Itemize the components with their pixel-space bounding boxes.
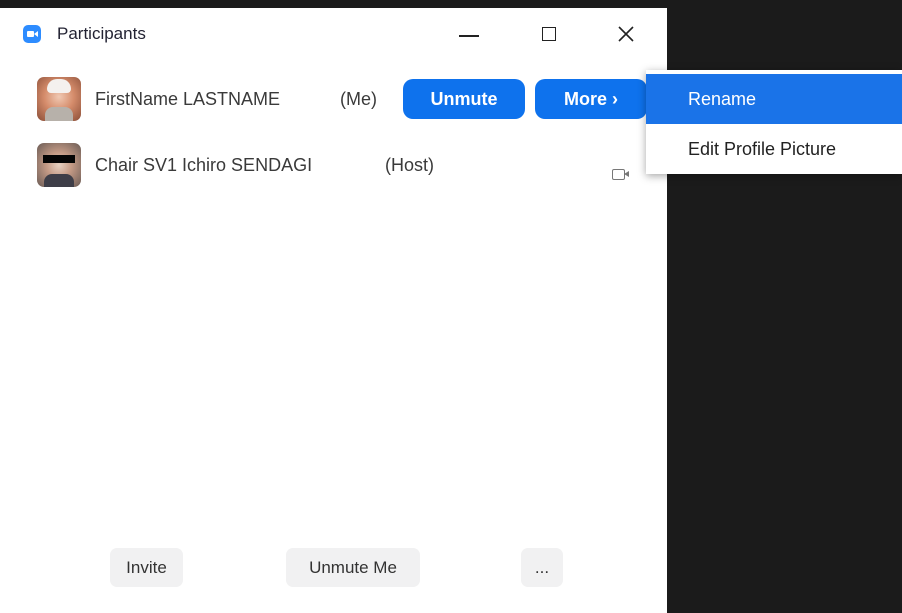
avatar	[37, 77, 81, 121]
titlebar: Participants	[0, 8, 667, 60]
top-dark-frame	[0, 0, 902, 8]
participant-row-me[interactable]: FirstName LASTNAME (Me) Unmute More ›	[0, 74, 667, 126]
avatar	[37, 143, 81, 187]
menu-item-rename[interactable]: Rename	[646, 74, 902, 124]
more-button[interactable]: More ›	[535, 79, 647, 119]
participant-name: FirstName LASTNAME	[95, 89, 281, 109]
minimize-icon	[459, 35, 479, 37]
more-options-button[interactable]: ...	[521, 548, 563, 587]
maximize-icon	[542, 27, 556, 41]
window-title: Participants	[57, 24, 146, 43]
participant-tag: (Host)	[385, 155, 434, 175]
zoom-app-icon	[23, 25, 41, 43]
participants-window: Participants FirstName LASTNAME (Me) Unm…	[0, 8, 667, 613]
close-button[interactable]	[603, 12, 649, 56]
participant-name: Chair SV1 Ichiro SENDAGI	[95, 155, 313, 175]
participant-context-menu: Rename Edit Profile Picture	[646, 70, 902, 174]
maximize-button[interactable]	[526, 12, 572, 56]
unmute-me-button[interactable]: Unmute Me	[286, 548, 420, 587]
invite-button[interactable]: Invite	[110, 548, 183, 587]
close-icon	[618, 26, 634, 42]
more-button-label: More	[563, 88, 607, 109]
video-camera-icon	[612, 169, 629, 180]
participant-tag: (Me)	[340, 89, 377, 109]
participant-row-host[interactable]: Chair SV1 Ichiro SENDAGI (Host)	[0, 140, 667, 192]
unmute-button[interactable]: Unmute	[403, 79, 525, 119]
minimize-button[interactable]	[446, 12, 492, 56]
chevron-right-icon: ›	[612, 88, 618, 109]
menu-item-edit-profile-picture[interactable]: Edit Profile Picture	[646, 124, 902, 174]
